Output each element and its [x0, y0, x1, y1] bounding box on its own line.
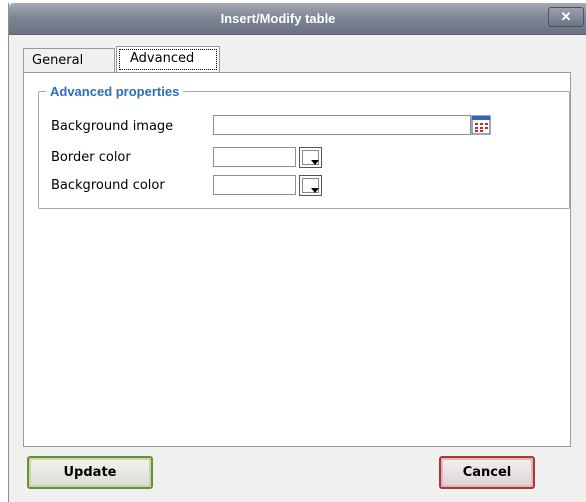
tab-general-label: General [32, 53, 84, 68]
background-image-label: Background image [51, 119, 174, 134]
fieldset-legend: Advanced properties [46, 84, 184, 100]
dropdown-arrow-icon [311, 188, 319, 193]
background-color-input[interactable] [213, 175, 296, 195]
tab-advanced-label: Advanced [130, 51, 195, 66]
border-color-input[interactable] [213, 147, 296, 167]
dialog-title: Insert/Modify table [220, 11, 336, 26]
tab-advanced[interactable]: Advanced [116, 46, 220, 73]
cancel-button[interactable]: Cancel [439, 456, 535, 489]
border-color-picker-button[interactable] [299, 147, 322, 168]
close-icon: ✕ [560, 9, 572, 24]
browse-image-icon[interactable] [471, 115, 491, 135]
tab-general[interactable]: General [23, 48, 115, 73]
background-color-label: Background color [51, 178, 165, 193]
dropdown-arrow-icon [311, 160, 319, 165]
title-bar[interactable]: Insert/Modify table ✕ [9, 3, 586, 35]
border-color-label: Border color [51, 150, 131, 165]
close-button[interactable]: ✕ [548, 7, 584, 27]
background-image-input[interactable] [213, 115, 471, 135]
update-button[interactable]: Update [27, 456, 153, 489]
background-color-picker-button[interactable] [299, 175, 322, 196]
